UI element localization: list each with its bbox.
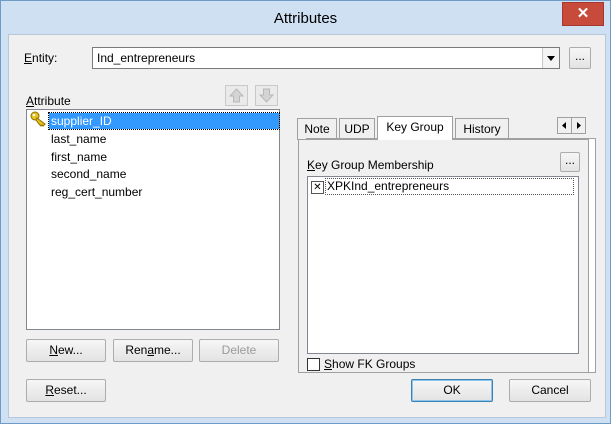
tab-scroll-left-button[interactable] xyxy=(557,117,572,134)
member-checkbox[interactable]: ✕ xyxy=(311,181,324,194)
list-item[interactable]: second_name xyxy=(49,166,128,182)
show-fk-groups-checkbox[interactable] xyxy=(307,358,320,371)
move-up-button[interactable] xyxy=(225,85,248,106)
new-button[interactable]: New... xyxy=(26,339,106,362)
tab-history[interactable]: History xyxy=(455,118,509,140)
close-icon: ✕ xyxy=(576,5,590,22)
entity-combobox[interactable]: Ind_entrepreneurs xyxy=(92,47,560,69)
list-item[interactable]: XPKInd_entrepreneurs xyxy=(325,178,574,195)
key-group-membership-label: Key Group Membership xyxy=(307,158,434,172)
primary-key-icon xyxy=(30,111,46,127)
close-button[interactable]: ✕ xyxy=(562,2,604,26)
show-fk-groups-label[interactable]: Show FK Groups xyxy=(324,357,415,371)
move-down-button[interactable] xyxy=(255,85,278,106)
arrow-up-icon xyxy=(228,88,245,103)
cancel-button[interactable]: Cancel xyxy=(509,379,591,402)
chevron-left-icon xyxy=(562,122,566,129)
list-item[interactable]: last_name xyxy=(49,131,108,147)
window-title: Attributes xyxy=(273,10,338,27)
key-group-tab-content: Key Group Membership ... ✕ XPKInd_entrep… xyxy=(298,139,589,373)
attribute-list[interactable]: supplier_ID last_name first_name second_… xyxy=(26,109,280,330)
delete-button[interactable]: Delete xyxy=(199,339,279,362)
tab-key-group[interactable]: Key Group xyxy=(377,116,453,140)
attribute-label: Attribute xyxy=(26,94,71,108)
list-item[interactable]: first_name xyxy=(49,149,109,165)
entity-value: Ind_entrepreneurs xyxy=(97,51,196,65)
tab-note[interactable]: Note xyxy=(297,118,337,140)
key-group-more-button[interactable]: ... xyxy=(560,152,580,172)
reset-button[interactable]: Reset... xyxy=(26,379,106,402)
tab-udp[interactable]: UDP xyxy=(339,118,375,140)
key-group-list[interactable]: ✕ XPKInd_entrepreneurs xyxy=(307,176,579,354)
tab-scroll-right-button[interactable] xyxy=(571,117,586,134)
entity-more-button[interactable]: ... xyxy=(569,47,591,69)
chevron-right-icon xyxy=(577,122,581,129)
attributes-dialog: Attributes ✕ Entity: Ind_entrepreneurs .… xyxy=(0,0,611,424)
ok-button[interactable]: OK xyxy=(411,379,493,402)
rename-button[interactable]: Rename... xyxy=(113,339,193,362)
title-bar[interactable]: Attributes ✕ xyxy=(1,1,610,33)
list-item[interactable]: supplier_ID xyxy=(48,112,280,130)
dialog-client: Entity: Ind_entrepreneurs ... Attribute … xyxy=(8,34,606,418)
chevron-down-icon[interactable] xyxy=(542,48,559,68)
list-item[interactable]: reg_cert_number xyxy=(49,184,144,200)
arrow-down-icon xyxy=(258,88,275,103)
entity-label: Entity: xyxy=(24,51,58,65)
